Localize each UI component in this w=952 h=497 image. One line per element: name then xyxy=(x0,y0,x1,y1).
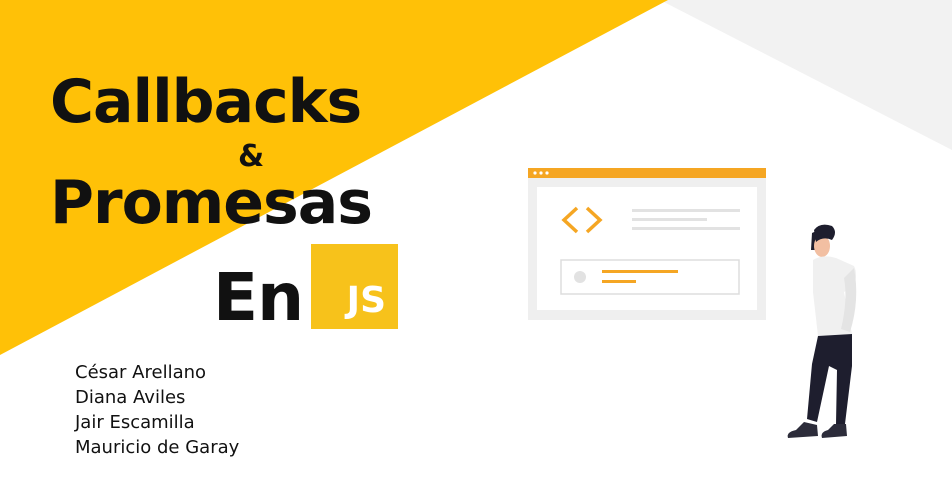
person-looking-at-browser-illustration xyxy=(528,168,857,438)
author-name: Mauricio de Garay xyxy=(75,437,240,458)
javascript-logo-text: JS xyxy=(346,280,386,321)
author-name: Diana Aviles xyxy=(75,387,186,408)
person-figure xyxy=(787,224,857,438)
javascript-logo: JS xyxy=(311,244,398,329)
title-promesas: Promesas xyxy=(50,168,373,238)
gray-background-band xyxy=(660,0,952,150)
author-name: Jair Escamilla xyxy=(75,412,195,433)
author-name: César Arellano xyxy=(75,362,207,383)
title-en: En xyxy=(213,259,304,336)
browser-window xyxy=(528,168,766,320)
authors-list: César Arellano Diana Aviles Jair Escamil… xyxy=(75,360,239,460)
title-callbacks: Callbacks xyxy=(50,67,362,137)
